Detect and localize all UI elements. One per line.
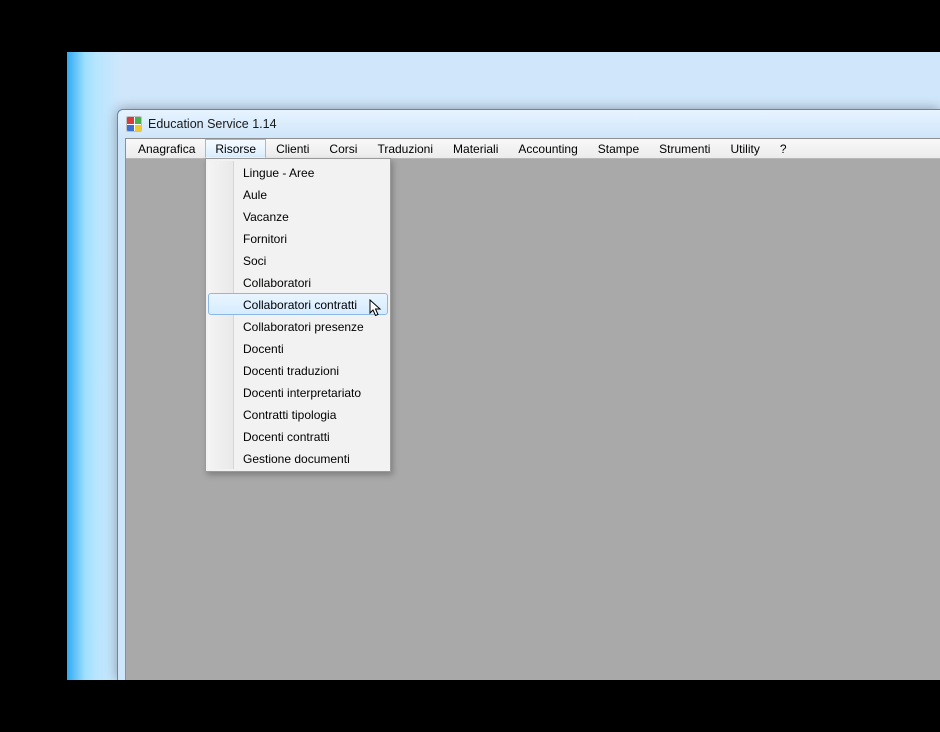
menu-corsi[interactable]: Corsi [319, 139, 367, 158]
menu-utility[interactable]: Utility [720, 139, 769, 158]
menuitem-contratti-tipologia[interactable]: Contratti tipologia [208, 403, 388, 425]
letterbox: Education Service 1.14 Anagrafica Risors… [0, 0, 940, 732]
app-window: Education Service 1.14 Anagrafica Risors… [117, 109, 940, 680]
menu-accounting[interactable]: Accounting [508, 139, 587, 158]
window-title: Education Service 1.14 [148, 117, 277, 131]
menuitem-collaboratori-contratti[interactable]: Collaboratori contratti [208, 293, 388, 315]
menuitem-docenti[interactable]: Docenti [208, 337, 388, 359]
menuitem-collaboratori[interactable]: Collaboratori [208, 271, 388, 293]
menu-traduzioni[interactable]: Traduzioni [367, 139, 443, 158]
menubar: Anagrafica Risorse Clienti Corsi Traduzi… [126, 139, 940, 159]
menuitem-docenti-interpretariato[interactable]: Docenti interpretariato [208, 381, 388, 403]
menuitem-soci[interactable]: Soci [208, 249, 388, 271]
menu-materiali[interactable]: Materiali [443, 139, 508, 158]
menuitem-fornitori[interactable]: Fornitori [208, 227, 388, 249]
menu-clienti[interactable]: Clienti [266, 139, 319, 158]
menu-stampe[interactable]: Stampe [588, 139, 649, 158]
menu-anagrafica[interactable]: Anagrafica [128, 139, 205, 158]
menuitem-docenti-contratti[interactable]: Docenti contratti [208, 425, 388, 447]
menu-strumenti[interactable]: Strumenti [649, 139, 720, 158]
dropdown-risorse: Lingue - Aree Aule Vacanze Fornitori Soc… [205, 158, 391, 472]
titlebar[interactable]: Education Service 1.14 [118, 110, 940, 138]
menuitem-lingue-aree[interactable]: Lingue - Aree [208, 161, 388, 183]
client-area: Anagrafica Risorse Clienti Corsi Traduzi… [125, 138, 940, 680]
menuitem-vacanze[interactable]: Vacanze [208, 205, 388, 227]
menuitem-gestione-documenti[interactable]: Gestione documenti [208, 447, 388, 469]
menu-risorse[interactable]: Risorse [205, 139, 266, 158]
app-icon [126, 116, 142, 132]
menu-help[interactable]: ? [770, 139, 797, 158]
menuitem-docenti-traduzioni[interactable]: Docenti traduzioni [208, 359, 388, 381]
menuitem-collaboratori-presenze[interactable]: Collaboratori presenze [208, 315, 388, 337]
desktop-background: Education Service 1.14 Anagrafica Risors… [67, 52, 940, 680]
menuitem-aule[interactable]: Aule [208, 183, 388, 205]
